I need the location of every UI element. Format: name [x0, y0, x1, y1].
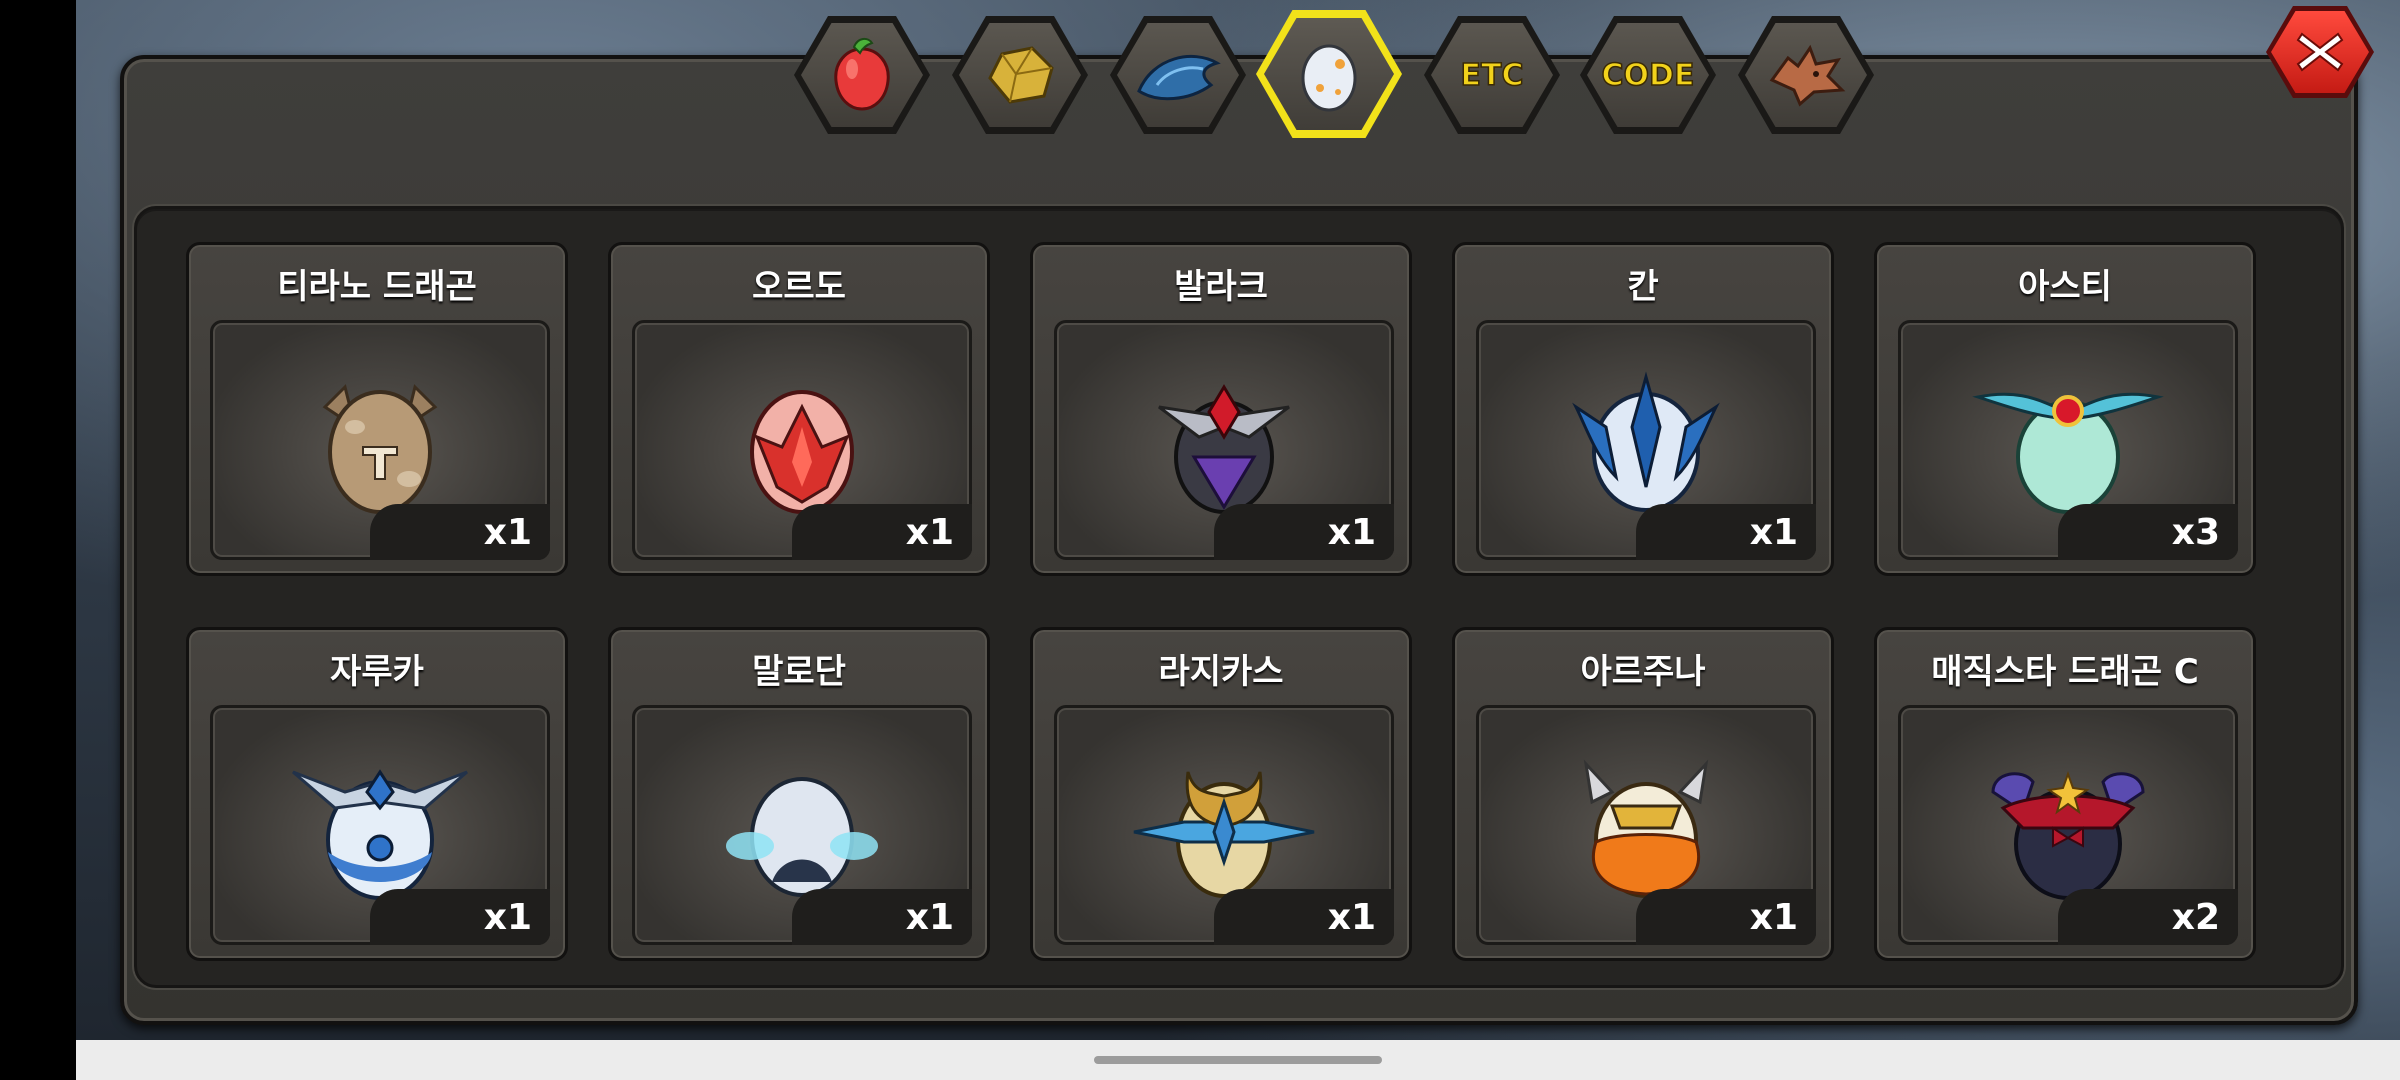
quantity-badge: x1	[370, 504, 550, 560]
egg-card-tyranno[interactable]: 티라노 드래곤 x1	[186, 242, 568, 576]
tyranno-dragon-egg-icon	[322, 384, 438, 514]
egg-icon	[1301, 44, 1357, 112]
fruit-icon	[834, 37, 890, 111]
khan-egg-icon	[1572, 371, 1720, 512]
quantity-badge: x1	[370, 889, 550, 945]
etc-label: ETC	[1460, 57, 1524, 94]
ordo-egg-icon	[750, 390, 854, 514]
quantity-badge: x1	[1214, 504, 1394, 560]
egg-image-frame: x1	[1054, 320, 1394, 560]
egg-image-frame: x1	[210, 705, 550, 945]
quantity-badge: x3	[2058, 504, 2238, 560]
egg-image-frame: x2	[1898, 705, 2238, 945]
quantity-badge: x1	[792, 889, 972, 945]
egg-image-frame: x1	[632, 320, 972, 560]
quantity-badge: x1	[1636, 504, 1816, 560]
quantity-badge: x2	[2058, 889, 2238, 945]
egg-card-jaruka[interactable]: 자루카 x1	[186, 627, 568, 961]
egg-name: 말로단	[752, 652, 846, 692]
egg-image-frame: x1	[1054, 705, 1394, 945]
egg-card-magicstar-dragon-c[interactable]: 매직스타 드래곤 C x2	[1874, 627, 2256, 961]
asti-egg-icon	[1972, 392, 2164, 514]
egg-image-frame: x1	[210, 320, 550, 560]
close-icon	[2296, 32, 2344, 72]
egg-name: 발라크	[1174, 267, 1268, 307]
egg-card-khan[interactable]: 칸 x1	[1452, 242, 1834, 576]
egg-card-malodan[interactable]: 말로단 x1	[608, 627, 990, 961]
egg-name: 자루카	[330, 652, 424, 692]
magicstar-dragon-egg-icon	[1991, 771, 2145, 900]
balak-egg-icon	[1158, 384, 1290, 514]
left-screen-edge	[0, 0, 76, 1080]
lazykas-egg-icon	[1133, 771, 1315, 898]
egg-name: 아르주나	[1580, 652, 1706, 692]
egg-name: 오르도	[752, 267, 846, 307]
quantity-badge: x1	[1636, 889, 1816, 945]
egg-name: 아스티	[2018, 267, 2112, 307]
egg-name: 칸	[1627, 267, 1659, 307]
egg-name: 티라노 드래곤	[277, 267, 477, 307]
egg-card-asti[interactable]: 아스티 x3	[1874, 242, 2256, 576]
quantity-badge: x1	[1214, 889, 1394, 945]
arjuna-egg-icon	[1583, 759, 1709, 898]
dragon-head-icon	[1769, 44, 1846, 107]
egg-image-frame: x1	[1476, 705, 1816, 945]
home-gesture-handle[interactable]	[1094, 1056, 1382, 1064]
jaruka-egg-icon	[292, 769, 468, 900]
quantity-badge: x1	[792, 504, 972, 560]
egg-card-ordo[interactable]: 오르도 x1	[608, 242, 990, 576]
dragon-scale-icon	[1137, 55, 1221, 101]
egg-name: 라지카스	[1158, 652, 1284, 692]
egg-name: 매직스타 드래곤 C	[1931, 652, 2199, 692]
egg-card-lazykas[interactable]: 라지카스 x1	[1030, 627, 1412, 961]
egg-card-balak[interactable]: 발라크 x1	[1030, 242, 1412, 576]
egg-image-frame: x1	[1476, 320, 1816, 560]
malodan-egg-icon	[726, 777, 878, 897]
code-label: CODE	[1601, 57, 1695, 94]
egg-card-arjuna[interactable]: 아르주나 x1	[1452, 627, 1834, 961]
egg-image-frame: x3	[1898, 320, 2238, 560]
gold-ore-icon	[988, 46, 1054, 104]
egg-image-frame: x1	[632, 705, 972, 945]
